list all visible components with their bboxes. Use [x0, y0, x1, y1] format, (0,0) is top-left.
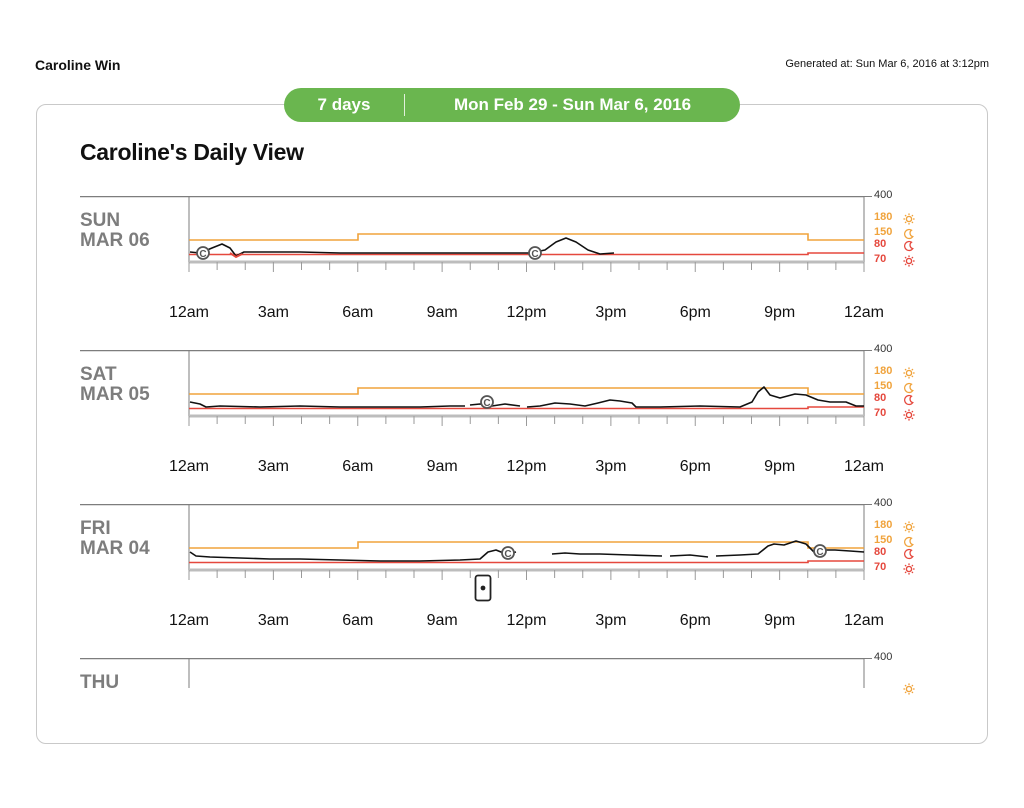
- hour-label: 6am: [342, 458, 374, 475]
- hour-label: 12pm: [506, 304, 547, 321]
- moon-icon: [903, 547, 915, 560]
- range-label-night-low: 80: [874, 546, 887, 558]
- glucose-trace: [551, 552, 663, 557]
- day-row-sun: SUN MAR 06 C C 400 180 150 80 70 12am 3am 6am 9am 1…: [0, 189, 1024, 346]
- day-row-sat: SAT MAR 05 C 400 180 150 80 70 12am 3am 6am 9am 12…: [0, 343, 1024, 500]
- max-label: 400: [874, 189, 893, 201]
- hour-label: 9am: [426, 612, 458, 629]
- hour-label: 12am: [843, 458, 885, 475]
- high-target-line: [189, 541, 864, 549]
- sun-icon: [903, 682, 915, 695]
- hour-label: 3am: [257, 458, 289, 475]
- range-label-day-high: 180: [874, 211, 893, 223]
- moon-icon: [903, 393, 915, 406]
- calibration-c-icon: C: [196, 246, 210, 260]
- range-label-night-high: 150: [874, 226, 893, 238]
- range-label-day-high: 180: [874, 519, 893, 531]
- glucose-plot: C: [80, 350, 872, 426]
- range-label-night-high: 150: [874, 534, 893, 546]
- moon-icon: [903, 381, 915, 394]
- svg-text:C: C: [531, 249, 538, 260]
- svg-text:C: C: [199, 249, 206, 260]
- moon-icon: [903, 227, 915, 240]
- glucose-plot: CC: [80, 196, 872, 272]
- sun-icon: [903, 254, 915, 267]
- hour-label: 12am: [168, 304, 210, 321]
- calibration-c-icon: C: [480, 395, 494, 409]
- hour-label: 3pm: [595, 458, 627, 475]
- svg-text:C: C: [816, 547, 823, 558]
- hour-label: 9pm: [764, 304, 796, 321]
- sun-icon: [903, 408, 915, 421]
- range-label-night-low: 80: [874, 392, 887, 404]
- sun-icon: [903, 366, 915, 379]
- range-label-day-high: 180: [874, 365, 893, 377]
- hour-label: 9pm: [764, 612, 796, 629]
- glucose-trace: [669, 554, 709, 558]
- max-label: 400: [874, 343, 893, 355]
- calibration-c-icon: C: [501, 546, 515, 560]
- sun-icon: [903, 520, 915, 533]
- hour-label: 12am: [168, 612, 210, 629]
- hour-label: 12pm: [506, 612, 547, 629]
- hour-label: 12am: [843, 612, 885, 629]
- range-label-day-low: 70: [874, 561, 887, 573]
- date-range-banner: 7 days Mon Feb 29 - Sun Mar 6, 2016: [284, 88, 740, 122]
- svg-text:C: C: [483, 398, 490, 409]
- glucose-plot: CC: [80, 504, 872, 580]
- sun-icon: [903, 212, 915, 225]
- max-label: 400: [874, 497, 893, 509]
- low-target-line: [189, 560, 864, 564]
- calibration-c-icon: C: [813, 544, 827, 558]
- high-target-line: [189, 233, 864, 241]
- glucose-trace: [189, 549, 517, 562]
- patient-name: Caroline Win: [35, 57, 121, 73]
- svg-text:C: C: [504, 549, 511, 560]
- hour-label: 3am: [257, 304, 289, 321]
- phone-device-icon: [474, 574, 492, 607]
- glucose-trace: [526, 386, 864, 408]
- hour-label: 6pm: [679, 458, 711, 475]
- hour-label: 6am: [342, 304, 374, 321]
- hour-label: 12am: [843, 304, 885, 321]
- hour-label: 3pm: [595, 304, 627, 321]
- hour-label: 3pm: [595, 612, 627, 629]
- date-range: Mon Feb 29 - Sun Mar 6, 2016: [453, 95, 692, 114]
- low-target-line: [189, 406, 864, 410]
- day-row-thu: THU 400: [0, 651, 1024, 808]
- hour-label: 3am: [257, 612, 289, 629]
- day-row-fri: FRI MAR 04 C C 400 180 150 80 70 12am 3am 6am 9am 1…: [0, 497, 1024, 654]
- max-label: 400: [874, 651, 893, 663]
- hour-label: 6pm: [679, 612, 711, 629]
- hour-label: 6pm: [679, 304, 711, 321]
- hour-label: 9am: [426, 458, 458, 475]
- glucose-trace: [189, 401, 465, 408]
- range-label-night-low: 80: [874, 238, 887, 250]
- glucose-plot: [80, 658, 872, 688]
- hour-label: 12pm: [506, 458, 547, 475]
- range-label-night-high: 150: [874, 380, 893, 392]
- days-count: 7 days: [317, 95, 371, 114]
- glucose-trace: [469, 403, 521, 407]
- hour-label: 9am: [426, 304, 458, 321]
- range-label-day-low: 70: [874, 253, 887, 265]
- hour-label: 9pm: [764, 458, 796, 475]
- calibration-c-icon: C: [528, 246, 542, 260]
- generated-timestamp: Generated at: Sun Mar 6, 2016 at 3:12pm: [785, 58, 989, 70]
- hour-label: 12am: [168, 458, 210, 475]
- moon-icon: [903, 239, 915, 252]
- page-title: Caroline's Daily View: [80, 139, 304, 165]
- range-label-day-low: 70: [874, 407, 887, 419]
- sun-icon: [903, 562, 915, 575]
- moon-icon: [903, 535, 915, 548]
- hour-label: 6am: [342, 612, 374, 629]
